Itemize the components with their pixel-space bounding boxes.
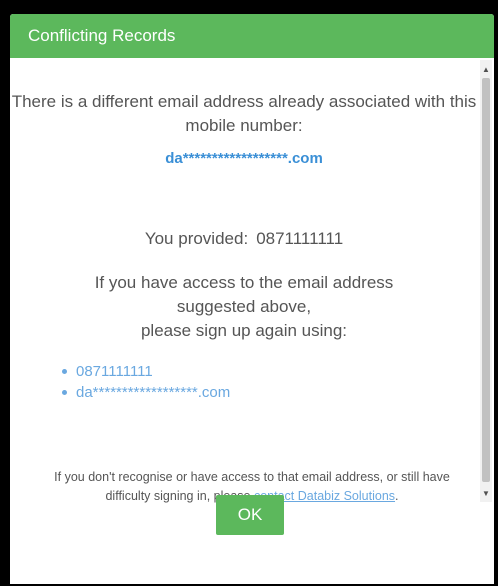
provided-number: 0871111111 xyxy=(256,229,344,248)
instruction-line-2: suggested above, xyxy=(176,297,312,316)
sign-up-options-list: 0871111111 da******************.com xyxy=(62,361,230,403)
list-item-phone: 0871111111 xyxy=(62,361,230,382)
dialog-title-bar: Conflicting Records xyxy=(10,14,494,58)
scroll-down-arrow-icon[interactable]: ▼ xyxy=(480,486,492,500)
masked-email: da******************.com xyxy=(165,150,323,167)
provided-number-line: You provided: 0871111111 xyxy=(10,229,478,249)
ok-button[interactable]: OK xyxy=(216,495,284,535)
dialog-scrollbar[interactable]: ▲ ▼ xyxy=(480,60,492,502)
instruction-line-3: please sign up again using: xyxy=(140,321,348,340)
scroll-up-arrow-icon[interactable]: ▲ xyxy=(480,62,492,76)
list-item-email: da******************.com xyxy=(62,382,230,403)
scrollbar-thumb[interactable] xyxy=(482,78,490,482)
conflicting-records-dialog: Conflicting Records There is a different… xyxy=(10,14,494,584)
provided-label: You provided: xyxy=(144,229,249,248)
instruction-message: If you have access to the email address … xyxy=(10,271,478,343)
instruction-line-1: If you have access to the email address xyxy=(94,273,394,292)
help-note-end: . xyxy=(395,489,399,503)
conflict-message: There is a different email address alrea… xyxy=(11,92,477,135)
dialog-title: Conflicting Records xyxy=(28,26,176,45)
